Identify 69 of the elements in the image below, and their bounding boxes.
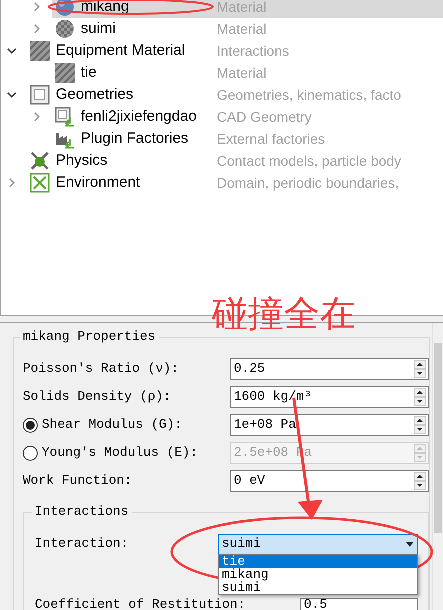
dropdown-option[interactable]: mikang — [219, 568, 417, 580]
collapse-chevron-icon[interactable] — [7, 90, 17, 100]
tree-item-description: Material — [217, 20, 267, 38]
field-label: Interaction: — [35, 535, 130, 554]
spin-box[interactable]: 0.25 — [230, 358, 429, 380]
field-label: Solids Density (ρ): — [23, 388, 172, 406]
dropdown-option[interactable]: tie — [219, 554, 417, 568]
field-label: Poisson's Ratio (ν): — [23, 360, 180, 378]
tree-item-label: Equipment Material — [56, 42, 186, 59]
tree-item[interactable]: mikang Material — [52, 0, 443, 18]
tree-item-label: Plugin Factories — [81, 130, 189, 147]
field-label: Young's Modulus (E): — [42, 444, 198, 462]
tree-item[interactable]: suimi Material — [52, 18, 443, 40]
group-title: mikang Properties — [20, 329, 159, 345]
expand-chevron-icon[interactable] — [7, 178, 17, 188]
tree-item-label: fenli2jixiefengdao — [81, 108, 197, 125]
checkered-sphere-icon — [55, 19, 75, 39]
tree-item-label: Environment — [56, 174, 140, 191]
spin-value: 1e+08 Pa — [233, 416, 298, 434]
field-label: Work Function: — [23, 472, 134, 490]
spin-box[interactable]: 1e+08 Pa — [230, 414, 429, 436]
tree-item-description: Material — [217, 0, 267, 16]
expand-chevron-icon[interactable] — [32, 112, 42, 122]
scrollbar[interactable] — [432, 323, 443, 610]
tree-item[interactable]: Geometries Geometries, kinematics, facto — [27, 84, 443, 106]
tree-item-description: External factories — [217, 130, 326, 148]
spin-value: 0.25 — [233, 360, 266, 378]
tree-item-description: Domain, periodic boundaries, — [217, 174, 400, 193]
tree-item[interactable]: tie Material — [52, 62, 443, 84]
tree-item-label: suimi — [81, 20, 116, 37]
frame-icon — [30, 85, 50, 105]
field-label: Shear Modulus (G): — [42, 416, 182, 434]
tree-item-description: Interactions — [217, 42, 290, 60]
tree-item-description: CAD Geometry — [217, 108, 312, 127]
expand-chevron-icon[interactable] — [32, 24, 42, 34]
spin-box[interactable]: 0 eV — [230, 470, 429, 492]
tree-item[interactable]: Environment Domain, periodic boundaries, — [27, 172, 443, 194]
tree-item-description: Geometries, kinematics, facto — [217, 86, 402, 104]
collapse-chevron-icon[interactable] — [7, 46, 17, 56]
annotation-text: 碰撞全在 — [212, 295, 356, 335]
spin-box[interactable]: 1600 kg/m³ — [230, 386, 429, 408]
dropdown-option[interactable]: suimi — [219, 580, 417, 594]
field-label: Coefficient of Restitution: — [35, 596, 247, 610]
frame-import-icon — [55, 107, 75, 127]
physics-icon — [30, 151, 50, 171]
spin-arrows-icon[interactable] — [414, 360, 426, 378]
tree-item[interactable]: Physics Contact models, particle body — [27, 150, 443, 172]
tree-item-label: Geometries — [56, 86, 134, 103]
spin-value: 1600 kg/m³ — [233, 388, 314, 406]
tree-item[interactable]: Equipment Material Interactions — [27, 40, 443, 62]
tree-item-label: mikang — [81, 0, 130, 15]
dropdown-arrow-icon — [406, 542, 414, 546]
expand-chevron-icon[interactable] — [32, 2, 42, 12]
hatched-square-icon — [30, 41, 50, 61]
spin-arrows-icon[interactable] — [414, 416, 426, 434]
combo-box[interactable]: suimi — [218, 534, 418, 554]
tree-item-description: Contact models, particle body — [217, 152, 402, 171]
tree-item-description: Material — [217, 64, 267, 82]
hatched-square-icon — [55, 63, 75, 83]
spin-box[interactable]: 0.5 — [300, 598, 418, 610]
environment-icon — [30, 173, 50, 193]
spin-arrows-icon[interactable] — [414, 388, 426, 406]
tree-item[interactable]: fenli2jixiefengdao CAD Geometry — [52, 106, 443, 128]
tree-item-label: tie — [81, 64, 97, 81]
tree-item[interactable]: Plugin Factories External factories — [52, 128, 443, 150]
radio-button[interactable] — [23, 418, 38, 432]
spin-arrows-icon[interactable] — [414, 472, 426, 490]
tree-item-label: Physics — [56, 152, 108, 169]
spin-value: 0 eV — [233, 472, 266, 490]
